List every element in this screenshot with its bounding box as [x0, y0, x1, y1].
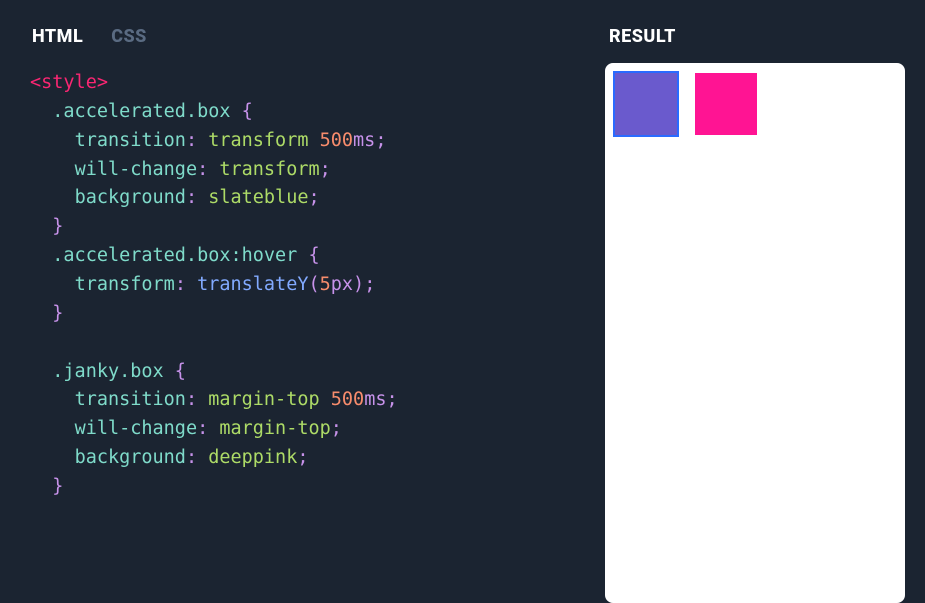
- result-preview: [605, 63, 905, 603]
- editor-tabs: HTML CSS: [20, 18, 585, 63]
- tab-html[interactable]: HTML: [32, 26, 83, 47]
- preview-box-janky[interactable]: [695, 73, 757, 135]
- code-style-open-tag: <style>: [30, 72, 108, 93]
- code-selector-accelerated-hover: .accelerated.box:hover: [52, 245, 297, 266]
- preview-box-accelerated[interactable]: [615, 73, 677, 135]
- app-root: HTML CSS <style> .accelerated.box { tran…: [0, 0, 925, 603]
- code-editor[interactable]: <style> .accelerated.box { transition: t…: [20, 63, 585, 603]
- result-heading: RESULT: [605, 18, 905, 63]
- result-pane: RESULT: [605, 18, 905, 603]
- code-selector-accelerated: .accelerated.box: [52, 101, 230, 122]
- editor-pane: HTML CSS <style> .accelerated.box { tran…: [20, 18, 585, 603]
- code-selector-janky: .janky.box: [52, 361, 163, 382]
- tab-css[interactable]: CSS: [111, 26, 147, 47]
